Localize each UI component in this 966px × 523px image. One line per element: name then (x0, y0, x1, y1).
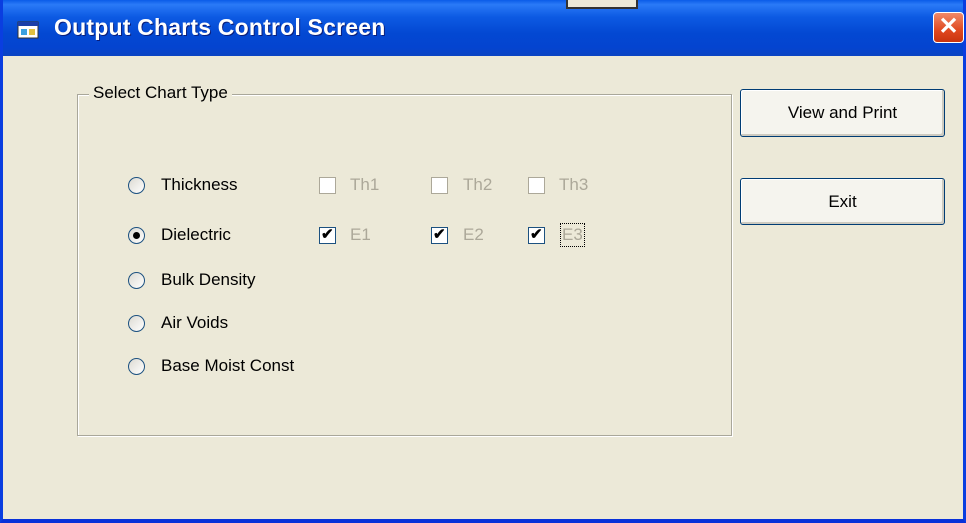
title-bar[interactable]: Output Charts Control Screen ✕ (3, 0, 964, 56)
checkbox-th2-label: Th2 (463, 175, 493, 194)
radio-bulk-density[interactable] (128, 272, 145, 289)
close-button[interactable]: ✕ (933, 12, 964, 43)
app-window: Output Charts Control Screen ✕ Select Ch… (0, 0, 966, 523)
radio-dielectric[interactable] (128, 227, 145, 244)
checkbox-th3[interactable] (528, 177, 545, 194)
checkbox-e1-label: E1 (350, 225, 371, 244)
radio-air-voids[interactable] (128, 315, 145, 332)
chart-type-group-legend: Select Chart Type (89, 83, 232, 103)
close-icon: ✕ (938, 13, 959, 40)
checkbox-th2[interactable] (431, 177, 448, 194)
radio-dielectric-label[interactable]: Dielectric (161, 225, 231, 245)
window-title: Output Charts Control Screen (54, 14, 386, 40)
radio-bulk-density-label[interactable]: Bulk Density (161, 270, 255, 290)
checkbox-e1[interactable]: ✔ (319, 226, 336, 244)
exit-button[interactable]: Exit (740, 178, 945, 225)
checkbox-e3[interactable]: ✔ (528, 226, 545, 244)
checkbox-e2-label: E2 (463, 225, 484, 244)
radio-thickness[interactable] (128, 177, 145, 194)
checkmark-icon: ✔ (530, 226, 543, 243)
checkbox-e2[interactable]: ✔ (431, 226, 448, 244)
chart-type-groupbox (77, 94, 732, 436)
checkmark-icon: ✔ (321, 226, 334, 243)
checkbox-e3-label: E3 (560, 223, 585, 247)
radio-base-moist-const-label[interactable]: Base Moist Const (161, 356, 294, 376)
checkmark-icon: ✔ (433, 226, 446, 243)
checkbox-th3-label: Th3 (559, 175, 589, 194)
radio-air-voids-label[interactable]: Air Voids (161, 313, 228, 333)
title-bar-tab (566, 0, 638, 9)
radio-base-moist-const[interactable] (128, 358, 145, 375)
radio-thickness-label[interactable]: Thickness (161, 175, 238, 195)
checkbox-th1[interactable] (319, 177, 336, 194)
app-window-icon (17, 21, 39, 39)
view-and-print-button[interactable]: View and Print (740, 89, 945, 137)
checkbox-th1-label: Th1 (350, 175, 380, 194)
